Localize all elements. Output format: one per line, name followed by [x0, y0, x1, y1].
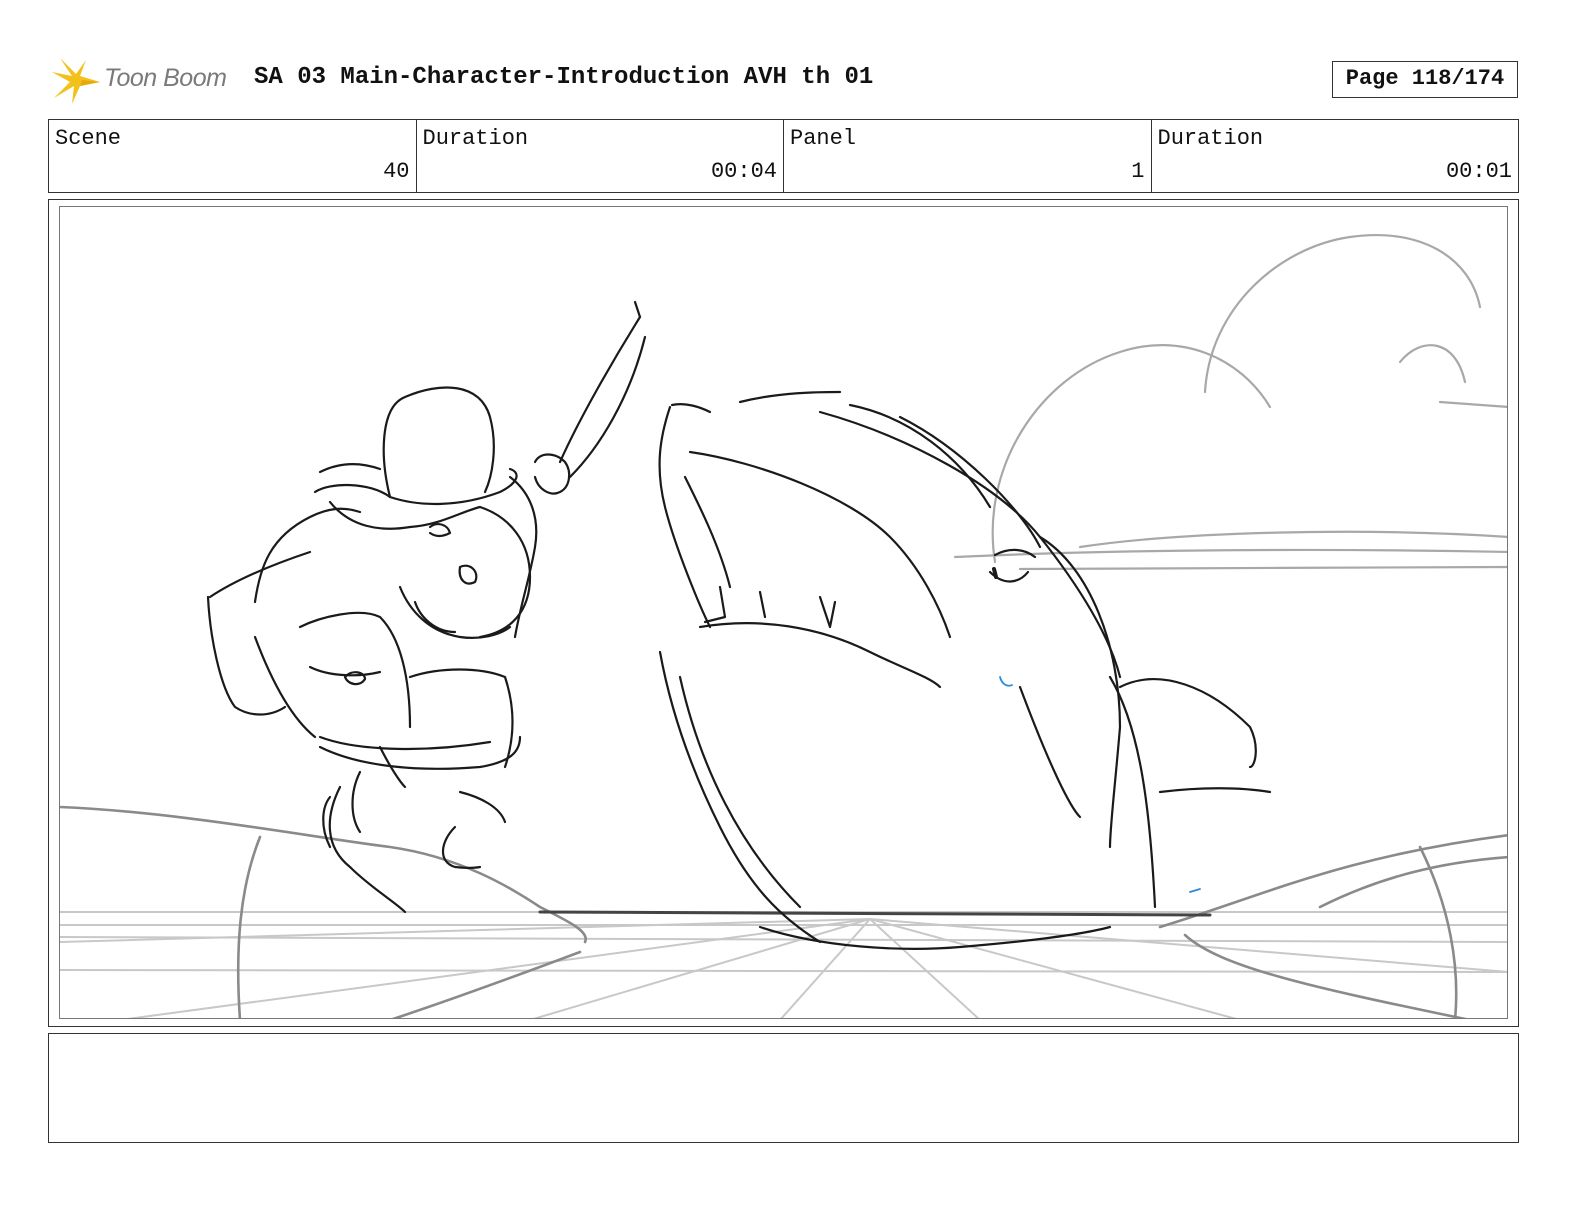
wave-line — [236, 835, 262, 1018]
panel-cell: Panel 1 — [784, 120, 1152, 192]
coat — [206, 595, 287, 716]
shark-fin — [1158, 787, 1272, 794]
panel-frame — [59, 206, 1508, 1019]
perspective-line — [780, 918, 871, 1018]
belly — [408, 668, 514, 769]
beard — [398, 585, 512, 639]
face — [478, 505, 532, 639]
wave-line — [1418, 845, 1458, 1018]
panel-notes-box[interactable] — [48, 1033, 1519, 1143]
eye — [428, 523, 452, 538]
shark-fin — [1118, 678, 1257, 769]
cloud-line — [1438, 400, 1507, 408]
water-line — [60, 969, 1507, 973]
shark-outline — [738, 390, 842, 404]
water-line — [60, 936, 1507, 943]
panel-value: 1 — [1131, 159, 1145, 184]
shark-head — [818, 410, 1122, 679]
shark-mouth — [683, 475, 732, 589]
shark-tooth — [758, 590, 767, 619]
wave-line — [1318, 855, 1507, 909]
shark-jaw — [678, 675, 802, 909]
shark-outline — [670, 403, 712, 414]
boot — [458, 790, 507, 824]
page-number: Page 118/174 — [1332, 61, 1518, 98]
shark-highlight — [999, 676, 1013, 687]
wave-line — [1158, 833, 1507, 929]
panel-duration-cell: Duration 00:01 — [1152, 120, 1519, 192]
shark-eye-pupil — [992, 567, 998, 579]
scene-label: Scene — [55, 126, 122, 151]
hat-crown — [382, 386, 495, 499]
panel-duration-value: 00:01 — [1445, 159, 1512, 184]
hat-brim — [318, 463, 382, 474]
nose — [458, 564, 478, 585]
shark-head — [1038, 535, 1122, 849]
toon-boom-logo: Toon Boom — [50, 54, 240, 108]
panel-duration-label: Duration — [1157, 126, 1264, 151]
cloud-line — [1398, 344, 1467, 384]
logo-star-icon — [52, 58, 100, 104]
shark-outline — [688, 450, 952, 639]
shark-tooth — [703, 585, 727, 624]
knife — [568, 335, 647, 479]
belt — [318, 735, 492, 751]
hand — [533, 453, 571, 495]
leg — [328, 785, 407, 914]
shark-outline — [848, 403, 992, 509]
scene-value: 40 — [383, 159, 410, 184]
arm-raised — [508, 475, 538, 639]
panel-label: Panel — [790, 126, 857, 151]
shark-body — [1108, 675, 1157, 909]
shark-jaw — [698, 622, 942, 689]
body — [253, 507, 362, 604]
cloud-line — [1203, 234, 1482, 394]
document-title: SA 03 Main-Character-Introduction AVH th… — [254, 64, 874, 91]
scene-duration-value: 00:04 — [710, 159, 777, 184]
horizon-line — [953, 548, 1507, 559]
scene-duration-cell: Duration 00:04 — [417, 120, 784, 192]
scene-info-row: Scene 40 Duration 00:04 Panel 1 Duration… — [48, 119, 1519, 193]
wave-line — [391, 950, 582, 1018]
shark-belly — [1018, 685, 1082, 819]
perspective-line — [127, 918, 871, 1018]
coat — [253, 635, 317, 739]
horizon-line — [1018, 565, 1507, 571]
scene-duration-label: Duration — [422, 126, 529, 151]
horizon-line — [1078, 530, 1507, 549]
shark-highlight — [1189, 888, 1201, 893]
wave-line — [1183, 933, 1467, 1018]
sketch-drawing — [60, 234, 1507, 1018]
perspective-line — [533, 918, 871, 1018]
arm-front — [308, 665, 382, 677]
shark-outline — [658, 405, 712, 629]
scene-cell: Scene 40 — [49, 120, 417, 192]
button — [343, 671, 367, 686]
head — [328, 500, 482, 530]
shark-tooth — [818, 595, 837, 629]
leg — [351, 770, 362, 834]
logo-text: Toon Boom — [104, 64, 227, 92]
knife-tip — [633, 300, 642, 319]
storyboard-panel — [48, 199, 1519, 1027]
